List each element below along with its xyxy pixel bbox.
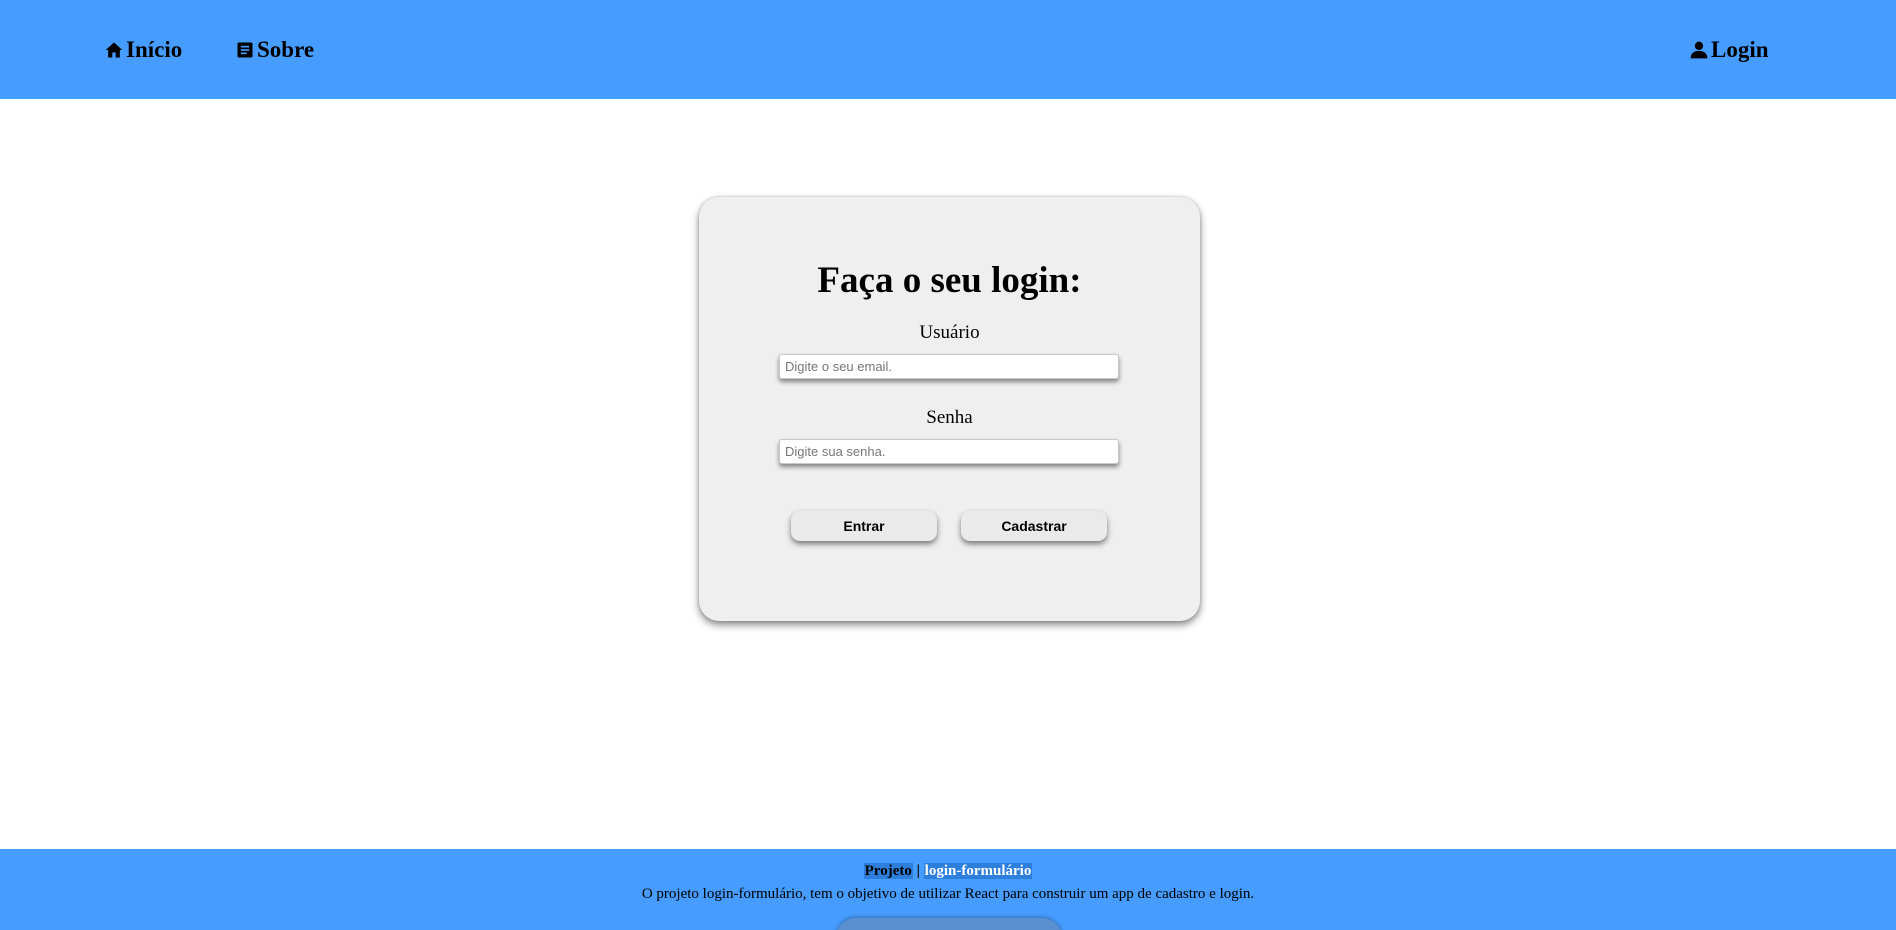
nav-home-link[interactable]: Início [104,36,182,64]
nav-about-link[interactable]: Sobre [235,36,314,64]
nav-about-label: Sobre [257,37,315,62]
enter-button[interactable]: Entrar [791,511,937,541]
home-icon [105,42,123,58]
register-button[interactable]: Cadastrar [961,511,1107,541]
footer-heading: Projeto | login-formulário [0,862,1896,880]
document-icon [237,42,253,58]
footer-project-label: Projeto [863,863,913,879]
user-label: Usuário [919,322,980,343]
footer-project-name: login-formulário [923,863,1033,879]
password-input[interactable] [779,439,1119,464]
password-label: Senha [926,407,973,428]
footer-description: O projeto login-formulário, tem o objeti… [641,886,1255,902]
top-navbar: Início Sobre Login [0,0,1896,99]
footer: Projeto | login-formulário O projeto log… [0,849,1896,930]
nav-login-link[interactable]: Login [1689,36,1769,64]
nav-login-label: Login [1711,37,1769,62]
footer-floating-widget[interactable] [836,918,1062,930]
login-card: Faça o seu login: Usuário Senha Entrar C… [699,197,1200,621]
footer-separator: | [916,863,920,879]
nav-home-label: Início [126,37,183,62]
login-title: Faça o seu login: [817,260,1082,301]
email-input[interactable] [779,354,1119,379]
user-icon [1690,41,1708,59]
